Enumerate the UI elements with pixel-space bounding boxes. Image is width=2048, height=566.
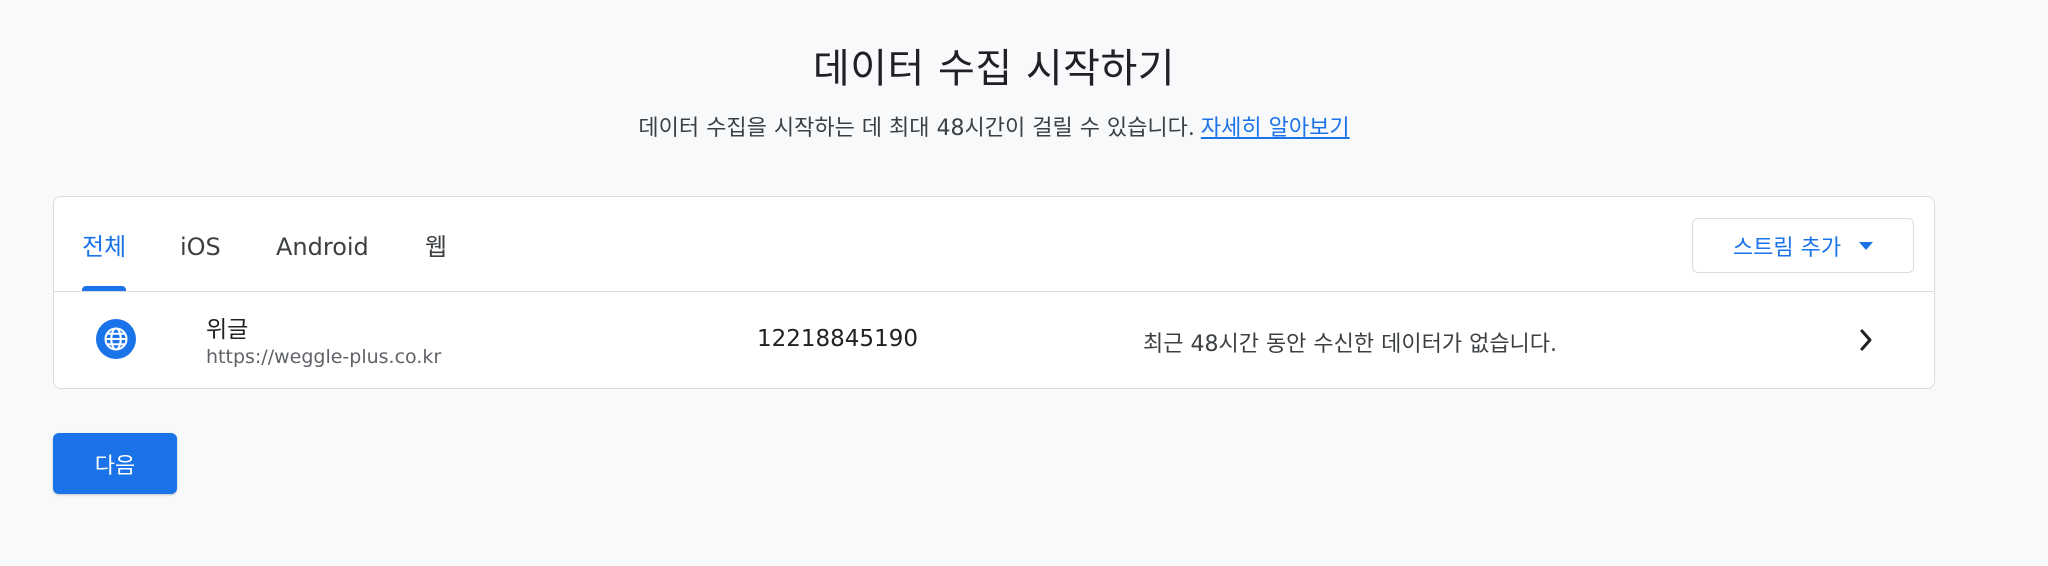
tab-ios[interactable]: iOS: [180, 233, 221, 291]
add-stream-button[interactable]: 스트림 추가: [1692, 218, 1914, 273]
add-stream-label: 스트림 추가: [1732, 235, 1842, 261]
stream-name: 위글: [206, 317, 249, 343]
tab-web[interactable]: 웹: [425, 233, 447, 291]
page-title: 데이터 수집 시작하기: [812, 46, 1176, 92]
stream-id: 12218845190: [757, 326, 918, 352]
tab-ios-label: iOS: [180, 233, 221, 261]
next-button[interactable]: 다음: [53, 433, 177, 494]
stream-url: https://weggle-plus.co.kr: [206, 346, 442, 368]
page: 데이터 수집 시작하기 데이터 수집을 시작하는 데 최대 48시간이 걸릴 수…: [0, 0, 2048, 566]
page-subtitle: 데이터 수집을 시작하는 데 최대 48시간이 걸릴 수 있습니다. 자세히 알아…: [0, 110, 1988, 142]
stream-row[interactable]: 위글 https://weggle-plus.co.kr 12218845190…: [54, 292, 1934, 389]
tab-android-label: Android: [276, 233, 369, 261]
learn-more-link[interactable]: 자세히 알아보기: [1201, 116, 1350, 141]
arrow-drop-down-icon: [1859, 241, 1874, 250]
streams-card: 전체 iOS Android 웹 스트림 추가 위글 https://weggl…: [53, 196, 1935, 389]
tab-android[interactable]: Android: [276, 233, 369, 291]
globe-icon: [96, 319, 136, 359]
stream-status: 최근 48시간 동안 수신한 데이터가 없습니다.: [1143, 332, 1558, 357]
tab-web-label: 웹: [425, 233, 448, 261]
tab-all[interactable]: 전체: [82, 233, 127, 291]
chevron-right-icon[interactable]: [1854, 328, 1878, 352]
tab-all-label: 전체: [82, 233, 127, 261]
subtitle-text: 데이터 수집을 시작하는 데 최대 48시간이 걸릴 수 있습니다.: [638, 116, 1195, 141]
